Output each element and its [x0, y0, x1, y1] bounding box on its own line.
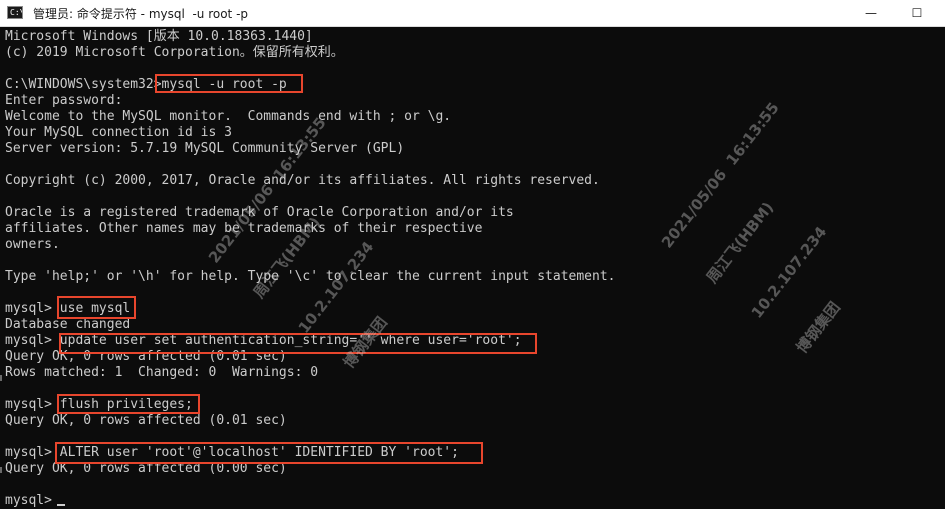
window-title: 管理员: 命令提示符 - mysql -u root -p	[33, 7, 249, 21]
terminal-line: mysql> ALTER user 'root'@'localhost' IDE…	[5, 445, 459, 460]
watermark: 2021/05/06 16:13:55 周江飞(HBM) 10.2.107.23…	[628, 76, 945, 381]
terminal-line: mysql>	[5, 493, 52, 508]
terminal-line: Query OK, 0 rows affected (0.01 sec)	[5, 413, 287, 428]
scroll-marker	[0, 467, 2, 473]
terminal-output[interactable]: mysql> Query OK, 0 rows affected (0.00 se…	[0, 27, 945, 509]
maximize-icon: ☐	[911, 6, 923, 20]
minimize-button[interactable]: —	[848, 0, 894, 26]
terminal-line: Enter password:	[5, 93, 123, 108]
terminal-line: Your MySQL connection id is 3	[5, 125, 232, 140]
terminal-line: Rows matched: 1 Changed: 0 Warnings: 0	[5, 365, 319, 380]
window-titlebar[interactable]: C:\ 管理员: 命令提示符 - mysql -u root -p — ☐	[0, 0, 945, 27]
terminal-line: owners.	[5, 237, 60, 252]
terminal-line: mysql> use mysql	[5, 301, 131, 316]
terminal-line: C:\WINDOWS\system32>mysql -u root -p	[5, 77, 287, 92]
text-cursor	[57, 504, 65, 506]
terminal-line: mysql> update user set authentication_st…	[5, 333, 522, 348]
watermark-line: 2021/05/06 16:13:55	[657, 98, 783, 252]
cmd-icon: C:\	[7, 6, 23, 19]
scroll-marker	[0, 375, 2, 381]
terminal-line: Database changed	[5, 317, 131, 332]
terminal-line: Query OK, 0 rows affected (0.00 sec)	[5, 461, 287, 476]
maximize-button[interactable]: ☐	[894, 0, 940, 26]
terminal-line: mysql> flush privileges;	[5, 397, 193, 412]
terminal-line: Welcome to the MySQL monitor. Commands e…	[5, 109, 452, 124]
minimize-icon: —	[865, 6, 877, 20]
terminal-line: (c) 2019 Microsoft Corporation。保留所有权利。	[5, 45, 344, 60]
terminal-line: Microsoft Windows [版本 10.0.18363.1440]	[5, 29, 313, 44]
terminal-line: Query OK, 0 rows affected (0.01 sec)	[5, 349, 287, 364]
